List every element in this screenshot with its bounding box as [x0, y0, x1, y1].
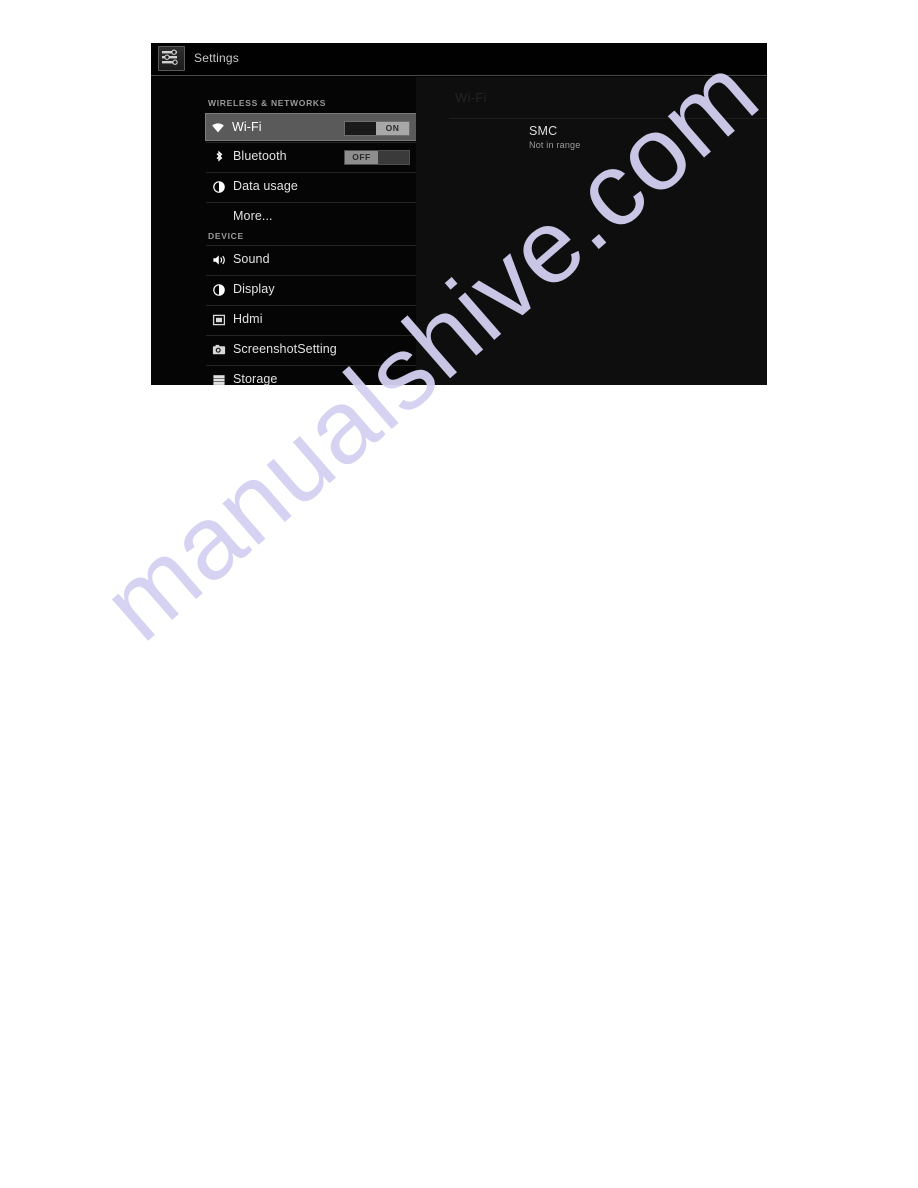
sidebar-item-label: ScreenshotSetting [233, 342, 337, 356]
sidebar-item-label: Sound [233, 252, 270, 266]
wifi-toggle-label: ON [385, 123, 400, 133]
data-usage-icon [212, 180, 226, 194]
settings-sidebar: WIRELESS & NETWORKS Wi-Fi ON Bluetooth O… [151, 77, 417, 385]
android-settings-screenshot: Settings WIRELESS & NETWORKS Wi-Fi ON Bl… [151, 43, 767, 385]
sidebar-item-label: More... [233, 209, 273, 223]
wifi-toggle[interactable]: ON [344, 121, 410, 136]
wifi-icon [211, 121, 225, 135]
bluetooth-toggle[interactable]: OFF [344, 150, 410, 165]
settings-sliders-glyph [162, 49, 178, 65]
display-icon [212, 283, 226, 297]
detail-divider [449, 118, 767, 119]
sidebar-item-label: Hdmi [233, 312, 263, 326]
section-header-device: DEVICE [208, 231, 244, 241]
sidebar-item-label: Wi-Fi [232, 120, 262, 134]
sidebar-item-sound[interactable]: Sound [206, 246, 416, 274]
sidebar-item-wifi[interactable]: Wi-Fi ON [205, 113, 417, 141]
sound-icon [212, 253, 226, 267]
wifi-network-ssid: SMC [529, 124, 558, 138]
hdmi-icon [212, 313, 226, 327]
sidebar-item-data-usage[interactable]: Data usage [206, 173, 416, 201]
screenshot-camera-icon [212, 343, 226, 357]
sidebar-item-more[interactable]: More... [206, 203, 416, 231]
sidebar-item-display[interactable]: Display [206, 276, 416, 304]
settings-sliders-icon[interactable] [158, 46, 185, 71]
sidebar-item-label: Display [233, 282, 275, 296]
wifi-detail-pane: Wi-Fi SMC Not in range [416, 77, 767, 385]
sidebar-item-bluetooth[interactable]: Bluetooth OFF [206, 143, 416, 171]
bluetooth-icon [212, 150, 226, 164]
sidebar-item-label: Storage [233, 372, 278, 385]
sidebar-item-storage[interactable]: Storage [206, 366, 416, 385]
title-bar: Settings [151, 43, 767, 76]
sidebar-item-label: Data usage [233, 179, 298, 193]
sidebar-item-screenshot-setting[interactable]: ScreenshotSetting [206, 336, 416, 364]
sidebar-item-hdmi[interactable]: Hdmi [206, 306, 416, 334]
section-header-wireless: WIRELESS & NETWORKS [208, 98, 327, 108]
wifi-network-item[interactable]: SMC Not in range [449, 121, 767, 161]
storage-icon [212, 373, 226, 385]
wifi-network-status: Not in range [529, 140, 581, 150]
settings-content: WIRELESS & NETWORKS Wi-Fi ON Bluetooth O… [151, 77, 767, 385]
detail-pane-title: Wi-Fi [455, 90, 487, 105]
sidebar-item-label: Bluetooth [233, 149, 287, 163]
app-title: Settings [194, 51, 239, 65]
bluetooth-toggle-label: OFF [352, 152, 371, 162]
